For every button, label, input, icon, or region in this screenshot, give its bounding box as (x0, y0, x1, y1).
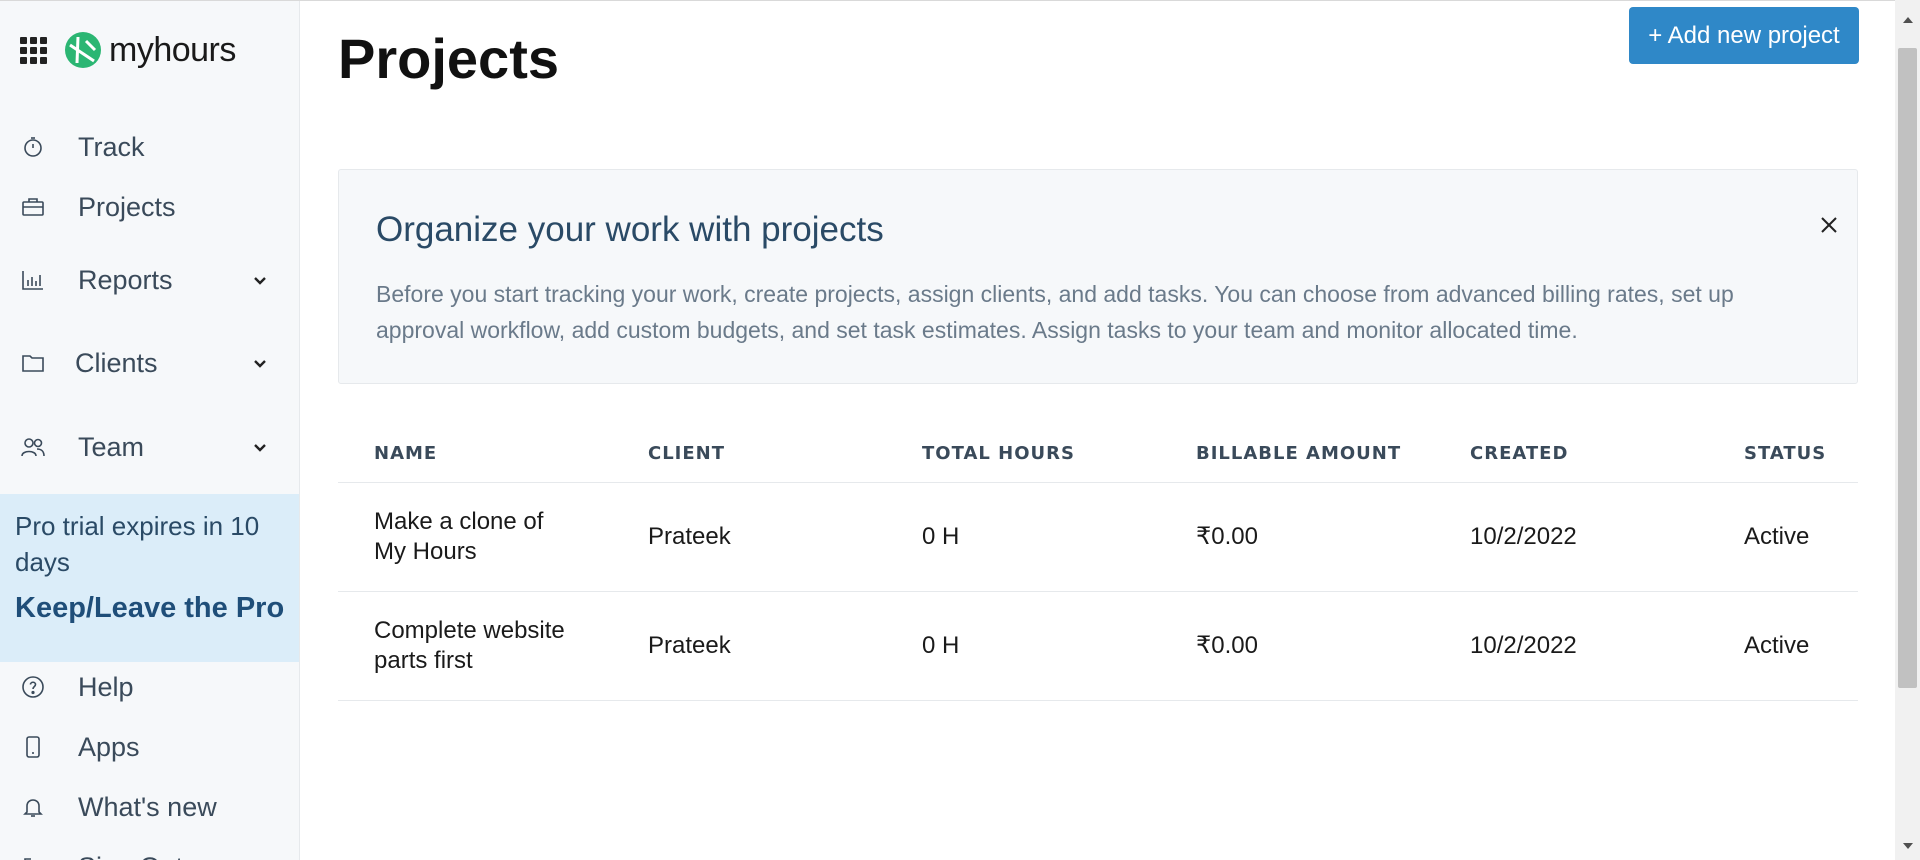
main-content: Projects + Add new project Organize your… (300, 0, 1895, 860)
sign-out-icon (20, 854, 46, 860)
trial-expiry-text: Pro trial expires in 10 days (15, 511, 260, 577)
total-hours-cell: 0 H (886, 482, 1160, 592)
trial-promo: Pro trial expires in 10 days Keep/Leave … (0, 494, 299, 662)
total-hours-cell: 0 H (886, 591, 1160, 701)
column-header-total-hours[interactable]: TOTAL HOURS (886, 425, 1160, 483)
client-cell: Prateek (612, 591, 886, 701)
sidebar-item-help[interactable]: Help (0, 660, 299, 714)
project-name-cell[interactable]: Make a clone of My Hours (338, 482, 612, 592)
info-card: Organize your work with projects Before … (338, 169, 1858, 384)
column-header-billable-amount[interactable]: BILLABLE AMOUNT (1160, 425, 1434, 483)
bar-chart-icon (20, 267, 46, 293)
sidebar-item-projects[interactable]: Projects (0, 180, 299, 234)
vertical-scrollbar[interactable] (1895, 0, 1920, 860)
page-title: Projects (338, 27, 559, 90)
billable-amount-cell: ₹0.00 (1160, 591, 1434, 701)
column-header-client[interactable]: CLIENT (612, 425, 886, 483)
logo[interactable]: myhours (64, 31, 236, 69)
scroll-down-arrow-icon[interactable] (1895, 836, 1920, 856)
info-card-title: Organize your work with projects (376, 210, 884, 249)
status-cell: Active (1708, 591, 1858, 701)
table-header-row: NAME CLIENT TOTAL HOURS BILLABLE AMOUNT … (338, 425, 1858, 483)
sidebar-item-label: Reports (78, 264, 173, 295)
sidebar-item-label: Projects (78, 191, 176, 222)
sidebar-item-label: Track (78, 131, 145, 162)
table-row[interactable]: Complete website parts first Prateek 0 H… (338, 591, 1858, 701)
logo-text: myhours (109, 31, 236, 69)
sidebar-item-label: Team (78, 431, 145, 462)
sidebar-item-sign-out[interactable]: Sign Out (0, 840, 299, 860)
chevron-down-icon[interactable] (250, 353, 270, 373)
sidebar-item-label: Apps (78, 731, 140, 762)
column-header-status[interactable]: STATUS (1708, 425, 1858, 483)
keep-pro-link[interactable]: Keep/Leave the Pro (15, 592, 288, 625)
brand: myhours (20, 29, 236, 71)
sidebar-item-track[interactable]: Track (0, 120, 299, 174)
created-cell: 10/2/2022 (1434, 591, 1708, 701)
column-header-created[interactable]: CREATED (1434, 425, 1708, 483)
sidebar-item-clients[interactable]: Clients (0, 336, 299, 390)
folder-icon (20, 350, 46, 376)
status-cell: Active (1708, 482, 1858, 592)
sidebar-item-team[interactable]: Team (0, 420, 299, 474)
help-circle-icon (20, 674, 46, 700)
scrollbar-thumb[interactable] (1898, 48, 1917, 688)
sidebar-item-label: Help (78, 671, 134, 702)
sidebar-item-apps[interactable]: Apps (0, 720, 299, 774)
stopwatch-icon (20, 134, 46, 160)
project-name-cell[interactable]: Complete website parts first (338, 591, 612, 701)
chevron-down-icon[interactable] (250, 437, 270, 457)
sidebar-item-label: What's new (78, 791, 217, 822)
sidebar-item-reports[interactable]: Reports (0, 253, 299, 307)
billable-amount-cell: ₹0.00 (1160, 482, 1434, 592)
info-card-body: Before you start tracking your work, cre… (376, 281, 1734, 343)
sidebar: myhours Track Projects Reports Clients T… (0, 1, 300, 860)
column-header-name[interactable]: NAME (338, 425, 612, 483)
client-cell: Prateek (612, 482, 886, 592)
scroll-up-arrow-icon[interactable] (1895, 4, 1920, 34)
bell-icon (20, 794, 46, 820)
sidebar-item-whats-new[interactable]: What's new (0, 780, 299, 834)
created-cell: 10/2/2022 (1434, 482, 1708, 592)
phone-icon (20, 734, 46, 760)
close-icon[interactable] (1814, 210, 1844, 240)
table-row[interactable]: Make a clone of My Hours Prateek 0 H ₹0.… (338, 482, 1858, 592)
sidebar-item-label: Sign Out (78, 852, 183, 860)
briefcase-icon (20, 194, 46, 220)
chevron-down-icon[interactable] (250, 270, 270, 290)
people-icon (20, 434, 46, 460)
app-grid-icon[interactable] (20, 36, 47, 64)
myhours-logo-icon (65, 32, 101, 68)
projects-table: NAME CLIENT TOTAL HOURS BILLABLE AMOUNT … (338, 425, 1858, 701)
sidebar-item-label: Clients (75, 347, 158, 378)
add-new-project-button[interactable]: + Add new project (1629, 7, 1859, 64)
